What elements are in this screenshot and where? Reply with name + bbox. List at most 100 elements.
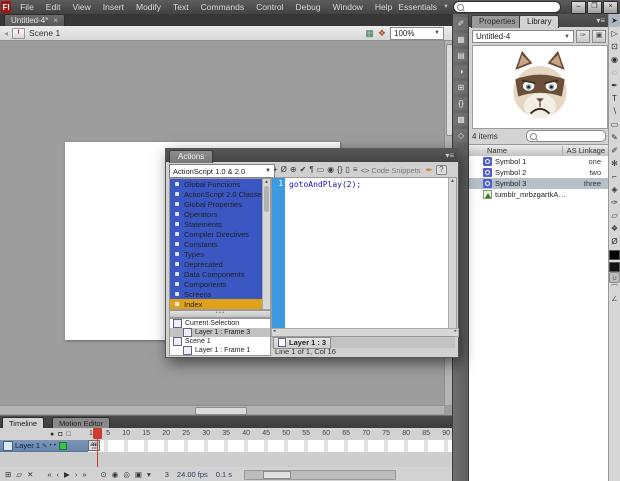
onion-skin-icon[interactable]: ◉ bbox=[110, 469, 121, 481]
library-panel-menu-icon[interactable]: ▾≡ bbox=[596, 16, 605, 25]
script-navigator-item[interactable]: Current Selection bbox=[170, 319, 270, 328]
menu-item[interactable]: Modify bbox=[130, 1, 167, 13]
smooth-icon[interactable]: ⌒ bbox=[609, 283, 620, 294]
menu-item[interactable]: File bbox=[14, 1, 40, 13]
document-tab-close-icon[interactable]: × bbox=[53, 16, 58, 25]
new-layer-button[interactable]: ⊞ bbox=[3, 469, 13, 481]
actions-panel-header[interactable]: Actions ▾≡ bbox=[166, 149, 458, 162]
script-vertical-scrollbar[interactable]: ▲ bbox=[448, 178, 456, 328]
pen-tool[interactable]: ✒ bbox=[609, 79, 620, 92]
script-navigator-item[interactable]: Scene 1 bbox=[170, 337, 270, 346]
action-keyframes[interactable]: aaa bbox=[88, 440, 100, 451]
straighten-icon[interactable]: ∠ bbox=[609, 294, 620, 305]
zoom-tool[interactable]: Ø bbox=[609, 235, 620, 248]
subselection-tool[interactable]: ▷ bbox=[609, 27, 620, 40]
debug-options-icon[interactable]: ◉ bbox=[327, 165, 334, 175]
menu-item[interactable]: Commands bbox=[195, 1, 250, 13]
workspace-switcher[interactable]: Essentials bbox=[398, 2, 439, 12]
script-code-line[interactable]: gotoAndPlay(2); bbox=[289, 180, 361, 189]
components-panel-icon[interactable]: ▤ bbox=[454, 49, 468, 62]
actions-category-item[interactable]: Compiler Directives bbox=[170, 229, 270, 239]
actions-category-item[interactable]: Operators bbox=[170, 209, 270, 219]
menu-item[interactable]: Control bbox=[250, 1, 289, 13]
layer-visibility-dot[interactable]: • bbox=[49, 442, 51, 449]
actions-category-item[interactable]: Types bbox=[170, 249, 270, 259]
restore-button[interactable]: ❐ bbox=[587, 1, 602, 14]
frame-rate-value[interactable]: 24.00 fps bbox=[177, 470, 208, 479]
frame-ruler[interactable]: 51015202530354045505560657075808590 bbox=[90, 428, 450, 440]
code-snippets-panel-icon[interactable]: {} bbox=[454, 97, 468, 110]
layer-row[interactable]: Layer 1 ✎ • • bbox=[0, 440, 88, 452]
empty-layer-area[interactable] bbox=[0, 452, 452, 468]
library-item[interactable]: Symbol 2 two bbox=[469, 167, 609, 178]
tab-properties[interactable]: Properties bbox=[471, 15, 523, 28]
show-hide-all-layers-icon[interactable]: ● bbox=[50, 431, 54, 438]
menu-item[interactable]: Window bbox=[327, 1, 369, 13]
menu-item[interactable]: Help bbox=[369, 1, 398, 13]
snap-to-objects-icon[interactable]: ∪ bbox=[609, 272, 620, 283]
library-search-input[interactable] bbox=[526, 130, 606, 142]
line-tool[interactable]: ∖ bbox=[609, 105, 620, 118]
outline-all-layers-icon[interactable]: □ bbox=[66, 431, 70, 438]
actions-category-item[interactable]: Components bbox=[170, 279, 270, 289]
actions-category-item[interactable]: Global Functions bbox=[170, 179, 270, 189]
actions-category-item[interactable]: ActionScript 2.0 Classes bbox=[170, 189, 270, 199]
library-pin-icon[interactable]: ✑ bbox=[576, 30, 590, 43]
search-input[interactable] bbox=[453, 1, 561, 13]
step-forward-button[interactable]: › bbox=[73, 469, 80, 481]
auto-format-icon[interactable]: ¶ bbox=[309, 165, 313, 175]
timeline-scrollbar[interactable] bbox=[244, 470, 396, 480]
insert-target-path-icon[interactable]: ⊕ bbox=[290, 165, 297, 175]
actions-category-item[interactable]: Data Components bbox=[170, 269, 270, 279]
stroke-color-swatch[interactable] bbox=[609, 250, 620, 260]
actions-category-item[interactable]: Index bbox=[170, 299, 270, 309]
eraser-tool[interactable]: ▱ bbox=[609, 209, 620, 222]
script-navigator-item[interactable]: Layer 1 : Frame 3 bbox=[170, 328, 270, 337]
3d-rotation-tool[interactable]: ◉ bbox=[609, 53, 620, 66]
close-button[interactable]: × bbox=[603, 1, 618, 14]
brush-tool[interactable]: ✐ bbox=[609, 144, 620, 157]
zoom-level-select[interactable]: 100% ▼ bbox=[390, 27, 444, 40]
actions-category-item[interactable]: Constants bbox=[170, 239, 270, 249]
menu-item[interactable]: View bbox=[66, 1, 96, 13]
play-button[interactable]: ▶ bbox=[62, 469, 72, 481]
add-script-icon[interactable]: + bbox=[273, 165, 278, 175]
collapse-between-braces-icon[interactable]: {} bbox=[337, 165, 342, 175]
center-frame-icon[interactable]: ⊙ bbox=[99, 469, 109, 481]
go-to-last-frame-button[interactable]: » bbox=[80, 469, 88, 481]
layer-lock-dot[interactable]: • bbox=[54, 442, 56, 449]
layer-name[interactable]: Layer 1 bbox=[15, 441, 40, 450]
onion-skin-outlines-icon[interactable]: ◎ bbox=[121, 469, 132, 481]
column-as-linkage[interactable]: AS Linkage bbox=[562, 146, 609, 155]
actions-panel-title-tab[interactable]: Actions bbox=[169, 150, 213, 163]
motion-presets-panel-icon[interactable]: ◇ bbox=[454, 129, 468, 142]
library-item[interactable]: tumblr_mrbzgartkA1s56wfo… bbox=[469, 189, 609, 200]
eyedropper-tool[interactable]: ✑ bbox=[609, 196, 620, 209]
delete-layer-button[interactable]: ✕ bbox=[25, 469, 35, 481]
pencil-tool[interactable]: ✎ bbox=[609, 131, 620, 144]
actionscript-version-select[interactable]: ActionScript 1.0 & 2.0 ▼ bbox=[169, 164, 275, 178]
modify-markers-icon[interactable]: ▾ bbox=[145, 469, 153, 481]
minimize-button[interactable]: – bbox=[571, 1, 586, 14]
edit-scene-icon[interactable]: ▦ bbox=[365, 28, 374, 38]
back-arrow-icon[interactable]: ◂ bbox=[0, 29, 12, 38]
bone-tool[interactable]: ⌐ bbox=[609, 170, 620, 183]
brush-panel-icon[interactable]: ✐ bbox=[454, 17, 468, 30]
library-document-select[interactable]: Untitled-4 ▼ bbox=[472, 30, 574, 43]
document-tab[interactable]: Untitled-4* × bbox=[4, 14, 65, 26]
hand-tool[interactable]: ❖ bbox=[609, 222, 620, 235]
category-tree-scrollbar[interactable]: ▲ bbox=[262, 179, 270, 309]
scene-breadcrumb[interactable]: Scene 1 bbox=[29, 28, 60, 38]
stage-hscroll-thumb[interactable] bbox=[195, 407, 247, 415]
library-new-panel-icon[interactable]: ▣ bbox=[592, 30, 606, 43]
lasso-tool[interactable]: ◌ bbox=[609, 66, 620, 79]
library-item[interactable]: Symbol 1 one bbox=[469, 156, 609, 167]
timeline-scroll-thumb[interactable] bbox=[263, 471, 291, 479]
edit-symbols-icon[interactable]: ❖ bbox=[378, 28, 386, 38]
show-code-hint-icon[interactable]: ▭ bbox=[317, 165, 325, 175]
step-back-button[interactable]: ‹ bbox=[55, 469, 62, 481]
script-assist-icon[interactable]: ✒ bbox=[426, 165, 434, 176]
paint-bucket-tool[interactable]: ◈ bbox=[609, 183, 620, 196]
collapse-selection-icon[interactable]: ▯ bbox=[346, 165, 350, 175]
free-transform-tool[interactable]: ⊡ bbox=[609, 40, 620, 53]
